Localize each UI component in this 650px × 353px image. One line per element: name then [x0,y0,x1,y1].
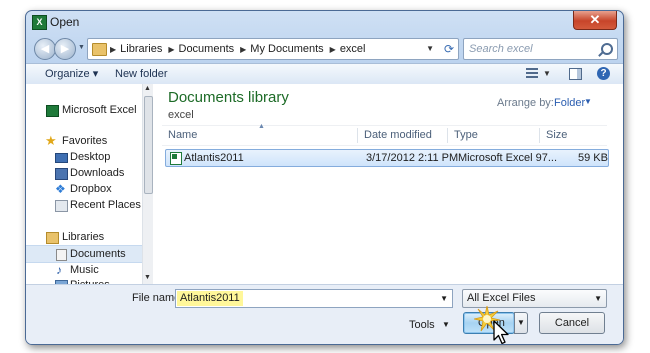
search-input[interactable]: Search excel [463,38,618,60]
library-subtitle: excel [168,109,194,121]
column-header-size[interactable]: Size [540,126,567,145]
breadcrumb-my-documents[interactable]: My Documents [250,43,323,55]
cancel-button[interactable]: Cancel [539,312,605,334]
help-icon[interactable]: ? [597,67,610,80]
file-type-cell: Microsoft Excel 97... [458,152,558,164]
view-options-icon[interactable] [526,68,538,78]
file-list-pane: Documents library excel Arrange by: Fold… [153,84,623,284]
sidebar-item-desktop[interactable]: Desktop [26,149,142,165]
sidebar-item-label: Music [70,264,99,276]
file-name-cell: Atlantis2011 [184,152,244,164]
recent-places-icon [55,200,68,212]
file-type-value: All Excel Files [467,292,536,304]
forward-button[interactable]: ▶ [54,38,76,60]
dialog-footer: File name: Atlantis2011 ▼ All Excel File… [26,284,623,344]
star-icon: ★ [45,133,57,148]
tools-button[interactable]: Tools [409,316,435,334]
mouse-pointer-icon [493,320,509,344]
chevron-down-icon[interactable]: ▼ [594,290,602,307]
sidebar-item-label: Recent Places [70,199,141,211]
sidebar-item-label: Favorites [62,135,108,147]
scroll-down-icon[interactable]: ▼ [144,274,151,281]
close-button[interactable]: ✕ [573,11,617,30]
navigation-scrollbar[interactable]: ▲ ▼ [142,84,153,284]
sidebar-item-label: Dropbox [70,183,112,195]
desktop-icon [55,153,68,163]
chevron-down-icon: ▼ [517,318,525,327]
chevron-right-icon[interactable]: ▶ [110,45,116,54]
scroll-thumb[interactable] [144,96,153,194]
column-header-name[interactable]: Name [162,126,197,145]
sidebar-item-music[interactable]: ♪ Music [26,262,142,278]
search-icon[interactable] [601,43,613,55]
window-title: Open [50,15,80,29]
sidebar-item-documents[interactable]: Documents [26,245,142,263]
sidebar-item-recent-places[interactable]: Recent Places [26,197,142,213]
file-name-field[interactable]: Atlantis2011 ▼ [175,289,453,308]
excel-icon [46,105,59,117]
organize-button[interactable]: Organize ▾ [45,64,98,84]
column-header-type[interactable]: Type [448,126,478,145]
refresh-icon[interactable]: ⟳ [444,39,454,59]
chevron-down-icon[interactable]: ▼ [584,97,592,106]
table-row[interactable]: Atlantis2011 3/17/2012 2:11 PM Microsoft… [165,149,609,167]
file-date-cell: 3/17/2012 2:11 PM [366,152,459,164]
libraries-icon [46,232,59,244]
navigation-pane: Microsoft Excel ★ Favorites Desktop Down… [26,84,142,292]
music-icon: ♪ [56,263,62,277]
scroll-up-icon[interactable]: ▲ [144,85,151,92]
tools-dropdown-icon[interactable]: ▼ [442,316,450,334]
open-options-dropdown[interactable]: ▼ [514,312,528,334]
excel-file-icon [170,152,182,165]
chevron-right-icon[interactable]: ▶ [240,45,246,54]
file-name-dropdown-icon[interactable]: ▼ [440,290,448,307]
address-dropdown-icon[interactable]: ▼ [426,39,434,59]
back-button[interactable]: ◀ [34,38,56,60]
sort-ascending-icon: ▲ [258,123,265,130]
recent-pages-dropdown-icon[interactable]: ▼ [78,44,85,51]
sidebar-item-label: Downloads [70,167,125,179]
breadcrumb: ▶ Libraries ▶ Documents ▶ My Documents ▶ excel [108,39,370,59]
column-header-date-modified[interactable]: Date modified [358,126,432,145]
open-dialog: X Open ✕ ◀ ▶ ▼ ▶ Libraries ▶ Documents ▶ My D… [25,10,624,345]
new-folder-button[interactable]: New folder [115,64,168,84]
chevron-right-icon[interactable]: ▶ [168,45,174,54]
sidebar-item-label: Documents [70,248,126,260]
navigation-bar: ◀ ▶ ▼ ▶ Libraries ▶ Documents ▶ My Documents ▶… [26,35,623,61]
view-dropdown-icon[interactable]: ▼ [543,64,551,84]
sidebar-item-favorites[interactable]: ★ Favorites [26,133,142,149]
preview-pane-icon[interactable] [569,68,582,80]
command-toolbar: Organize ▾ New folder ▼ ? [26,63,623,85]
sidebar-item-dropbox[interactable]: ❖ Dropbox [26,181,142,197]
chevron-right-icon[interactable]: ▶ [330,45,336,54]
content-area: Microsoft Excel ★ Favorites Desktop Down… [26,84,623,292]
arrange-by-label: Arrange by: [497,97,554,109]
documents-icon [56,249,67,261]
sidebar-item-libraries[interactable]: Libraries [26,229,142,245]
dropbox-icon: ❖ [55,182,66,196]
breadcrumb-libraries[interactable]: Libraries [120,43,162,55]
arrange-by-dropdown[interactable]: Folder [554,97,585,109]
address-bar[interactable]: ▶ Libraries ▶ Documents ▶ My Documents ▶ excel … [87,38,459,60]
title-bar: X Open ✕ [26,11,623,33]
breadcrumb-excel[interactable]: excel [340,43,366,55]
downloads-icon [55,168,68,180]
excel-app-icon: X [32,15,47,30]
sidebar-item-microsoft-excel[interactable]: Microsoft Excel [26,102,142,118]
search-placeholder: Search excel [469,43,533,55]
sidebar-item-downloads[interactable]: Downloads [26,165,142,181]
library-title: Documents library [168,89,289,106]
folder-icon [92,43,107,56]
sidebar-item-label: Microsoft Excel [62,104,137,116]
column-headers: ▲ Name Date modified Type Size [162,123,607,146]
sidebar-item-label: Libraries [62,231,105,243]
sidebar-item-label: Desktop [70,151,111,163]
file-name-value: Atlantis2011 [177,291,243,306]
file-size-cell: 59 KB [578,152,608,164]
breadcrumb-documents[interactable]: Documents [179,43,235,55]
